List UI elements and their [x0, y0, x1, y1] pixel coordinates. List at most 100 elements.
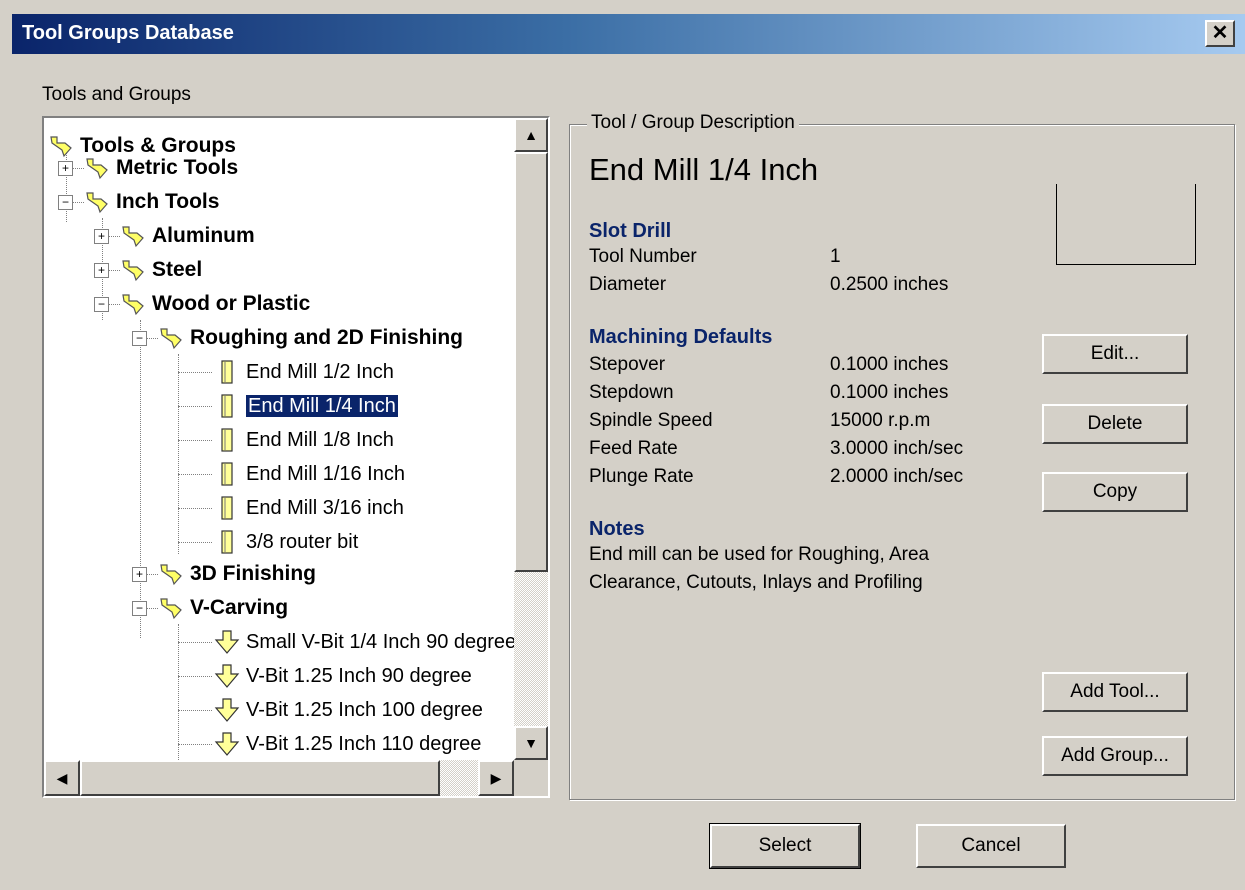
- diameter-value: 0.2500 inches: [830, 274, 949, 295]
- tool-group-icon: [122, 226, 144, 248]
- notes-line-1: End mill can be used for Roughing, Area: [589, 544, 930, 565]
- tree-node-label: 3D Finishing: [190, 562, 316, 585]
- end-mill-icon: [221, 530, 233, 554]
- tree-label: Tools and Groups: [42, 84, 191, 105]
- delete-button[interactable]: Delete: [1042, 404, 1188, 444]
- end-mill-icon: [221, 428, 233, 452]
- tool-number-value: 1: [830, 246, 841, 267]
- description-legend: Tool / Group Description: [587, 112, 799, 134]
- diameter-label: Diameter: [589, 274, 667, 295]
- tree-node-label: End Mill 1/2 Inch: [246, 361, 394, 383]
- tree-node-label: End Mill 1/16 Inch: [246, 463, 405, 485]
- edit-button[interactable]: Edit...: [1042, 334, 1188, 374]
- cancel-button[interactable]: Cancel: [916, 824, 1066, 868]
- tree-node-roughing-2d[interactable]: − Roughing and 2D Finishing: [132, 322, 463, 354]
- v-bit-icon: [214, 732, 240, 756]
- add-tool-button[interactable]: Add Tool...: [1042, 672, 1188, 712]
- window-title: Tool Groups Database: [22, 22, 234, 44]
- collapse-toggle[interactable]: −: [58, 195, 73, 210]
- machining-defaults-heading: Machining Defaults: [589, 326, 773, 348]
- tree-node-aluminum[interactable]: + Aluminum: [94, 220, 255, 252]
- tool-group-icon: [86, 192, 108, 214]
- stepover-value: 0.1000 inches: [830, 354, 949, 375]
- feed-rate-label: Feed Rate: [589, 438, 678, 459]
- expand-toggle[interactable]: +: [58, 161, 73, 176]
- tool-group-icon: [122, 260, 144, 282]
- spindle-speed-label: Spindle Speed: [589, 410, 713, 431]
- tree-node-label: V-Carving: [190, 596, 289, 619]
- tree-node-label: End Mill 3/16 inch: [246, 497, 404, 519]
- scroll-left-button[interactable]: ◀: [44, 760, 80, 796]
- select-button[interactable]: Select: [709, 823, 861, 869]
- scroll-thumb[interactable]: [514, 152, 548, 572]
- tree-node-label: Inch Tools: [116, 190, 220, 213]
- expand-toggle[interactable]: +: [94, 263, 109, 278]
- tree-node-v-bit-110[interactable]: V-Bit 1.25 Inch 110 degree: [214, 728, 481, 760]
- tree-node-v-bit-90[interactable]: V-Bit 1.25 Inch 90 degree: [214, 660, 472, 692]
- add-group-button[interactable]: Add Group...: [1042, 736, 1188, 776]
- end-mill-icon: [221, 360, 233, 384]
- horizontal-scrollbar[interactable]: ◀ ▶: [44, 760, 514, 796]
- tree-node-metric-tools[interactable]: + Metric Tools: [58, 152, 238, 184]
- scroll-corner: [514, 760, 548, 796]
- scroll-down-button[interactable]: ▼: [514, 726, 548, 760]
- tree-node-v-carving[interactable]: − V-Carving: [132, 592, 288, 624]
- end-mill-icon: [221, 462, 233, 486]
- tree-node-label: V-Bit 1.25 Inch 100 degree: [246, 699, 483, 721]
- stepdown-label: Stepdown: [589, 382, 674, 403]
- stepdown-value: 0.1000 inches: [830, 382, 949, 403]
- collapse-toggle[interactable]: −: [94, 297, 109, 312]
- tree-node-end-mill-1-4[interactable]: End Mill 1/4 Inch: [214, 390, 398, 422]
- tree-node-label: End Mill 1/4 Inch: [246, 395, 398, 417]
- tree-node-label: 3/8 router bit: [246, 531, 359, 553]
- tool-group-icon: [160, 598, 182, 620]
- vertical-scrollbar[interactable]: ▲ ▼: [514, 118, 548, 760]
- tool-title: End Mill 1/4 Inch: [589, 152, 819, 187]
- tree-node-wood-or-plastic[interactable]: − Wood or Plastic: [94, 288, 310, 320]
- collapse-toggle[interactable]: −: [132, 331, 147, 346]
- tree-node-label: Aluminum: [152, 224, 255, 247]
- scroll-right-button[interactable]: ▶: [478, 760, 514, 796]
- feed-rate-value: 3.0000 inch/sec: [830, 438, 964, 459]
- tools-tree[interactable]: Tools & Groups + Metric Tools − Inch Too…: [42, 116, 550, 798]
- spindle-speed-value: 15000 r.p.m: [830, 410, 931, 431]
- tool-group-icon: [160, 564, 182, 586]
- tree-node-label: Roughing and 2D Finishing: [190, 326, 463, 349]
- tree-node-label: Small V-Bit 1/4 Inch 90 degree: [246, 631, 514, 653]
- tool-group-icon: [160, 328, 182, 350]
- expand-toggle[interactable]: +: [94, 229, 109, 244]
- tree-node-router-bit-3-8[interactable]: 3/8 router bit: [214, 526, 358, 558]
- tree-node-label: Steel: [152, 258, 203, 281]
- tree-node-end-mill-1-2[interactable]: End Mill 1/2 Inch: [214, 356, 394, 388]
- copy-button[interactable]: Copy: [1042, 472, 1188, 512]
- tree-node-end-mill-3-16[interactable]: End Mill 3/16 inch: [214, 492, 404, 524]
- tool-number-label: Tool Number: [589, 246, 697, 267]
- expand-toggle[interactable]: +: [132, 567, 147, 582]
- scroll-thumb-horizontal[interactable]: [80, 760, 440, 796]
- notes-line-2: Clearance, Cutouts, Inlays and Profiling: [589, 572, 923, 593]
- tool-group-icon: [122, 294, 144, 316]
- plunge-rate-value: 2.0000 inch/sec: [830, 466, 964, 487]
- title-bar[interactable]: Tool Groups Database ✕: [12, 14, 1245, 54]
- close-button[interactable]: ✕: [1205, 20, 1235, 47]
- tool-preview: [1056, 184, 1196, 265]
- tree-node-inch-tools[interactable]: − Inch Tools: [58, 186, 219, 218]
- tree-node-label: Metric Tools: [116, 156, 239, 179]
- tree-node-v-bit-100[interactable]: V-Bit 1.25 Inch 100 degree: [214, 694, 483, 726]
- v-bit-icon: [214, 630, 240, 654]
- tree-node-small-v-bit[interactable]: Small V-Bit 1/4 Inch 90 degree: [214, 626, 514, 658]
- tree-node-label: V-Bit 1.25 Inch 110 degree: [246, 733, 482, 755]
- tool-type-heading: Slot Drill: [589, 220, 672, 242]
- tree-node-end-mill-1-8[interactable]: End Mill 1/8 Inch: [214, 424, 394, 456]
- tree-node-end-mill-1-16[interactable]: End Mill 1/16 Inch: [214, 458, 405, 490]
- dialog-body: Tools and Groups Tools & Groups + Metric…: [12, 54, 1245, 890]
- tree-node-3d-finishing[interactable]: + 3D Finishing: [132, 558, 316, 590]
- tree-node-steel[interactable]: + Steel: [94, 254, 202, 286]
- collapse-toggle[interactable]: −: [132, 601, 147, 616]
- end-mill-icon: [221, 496, 233, 520]
- stepover-label: Stepover: [589, 354, 666, 375]
- scroll-up-button[interactable]: ▲: [514, 118, 548, 152]
- end-mill-icon: [221, 394, 233, 418]
- notes-heading: Notes: [589, 518, 645, 540]
- tree-node-label: End Mill 1/8 Inch: [246, 429, 394, 451]
